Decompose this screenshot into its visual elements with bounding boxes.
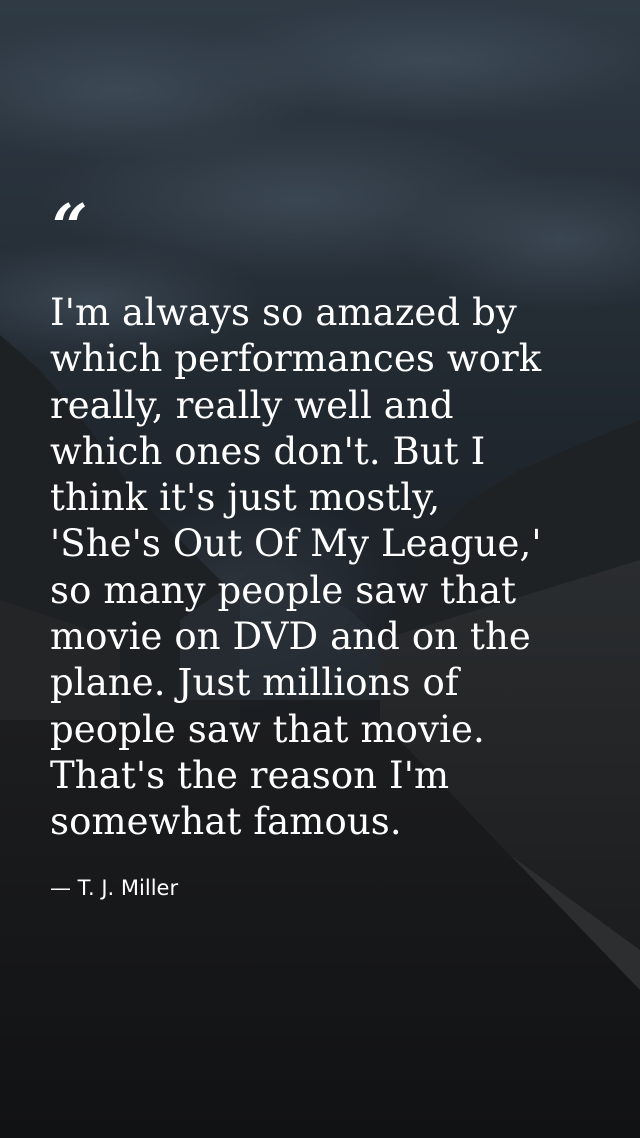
quote-line: 'She's Out Of My League,'	[50, 522, 542, 566]
quote-author: — T. J. Miller	[50, 876, 179, 900]
quote-line: plane. Just millions of	[50, 661, 459, 705]
quote-line: That's the reason I'm	[50, 753, 450, 797]
quote-line: somewhat famous.	[50, 800, 402, 844]
quote-line: so many people saw that	[50, 568, 517, 612]
quote-line: people saw that movie.	[50, 707, 485, 751]
quote-text: I'm always so amazed by which performanc…	[50, 290, 610, 846]
quote-mark-icon: “	[52, 190, 88, 263]
quote-line: I'm always so amazed by	[50, 291, 517, 334]
quote-line: think it's just mostly,	[50, 476, 441, 520]
quote-card: “ I'm always so amazed by which performa…	[0, 0, 640, 1138]
quote-line: movie on DVD and on the	[50, 615, 531, 659]
quote-line: really, really well and	[50, 383, 454, 427]
quote-line: which ones don't. But I	[50, 429, 486, 473]
quote-line: which performances work	[50, 337, 542, 381]
